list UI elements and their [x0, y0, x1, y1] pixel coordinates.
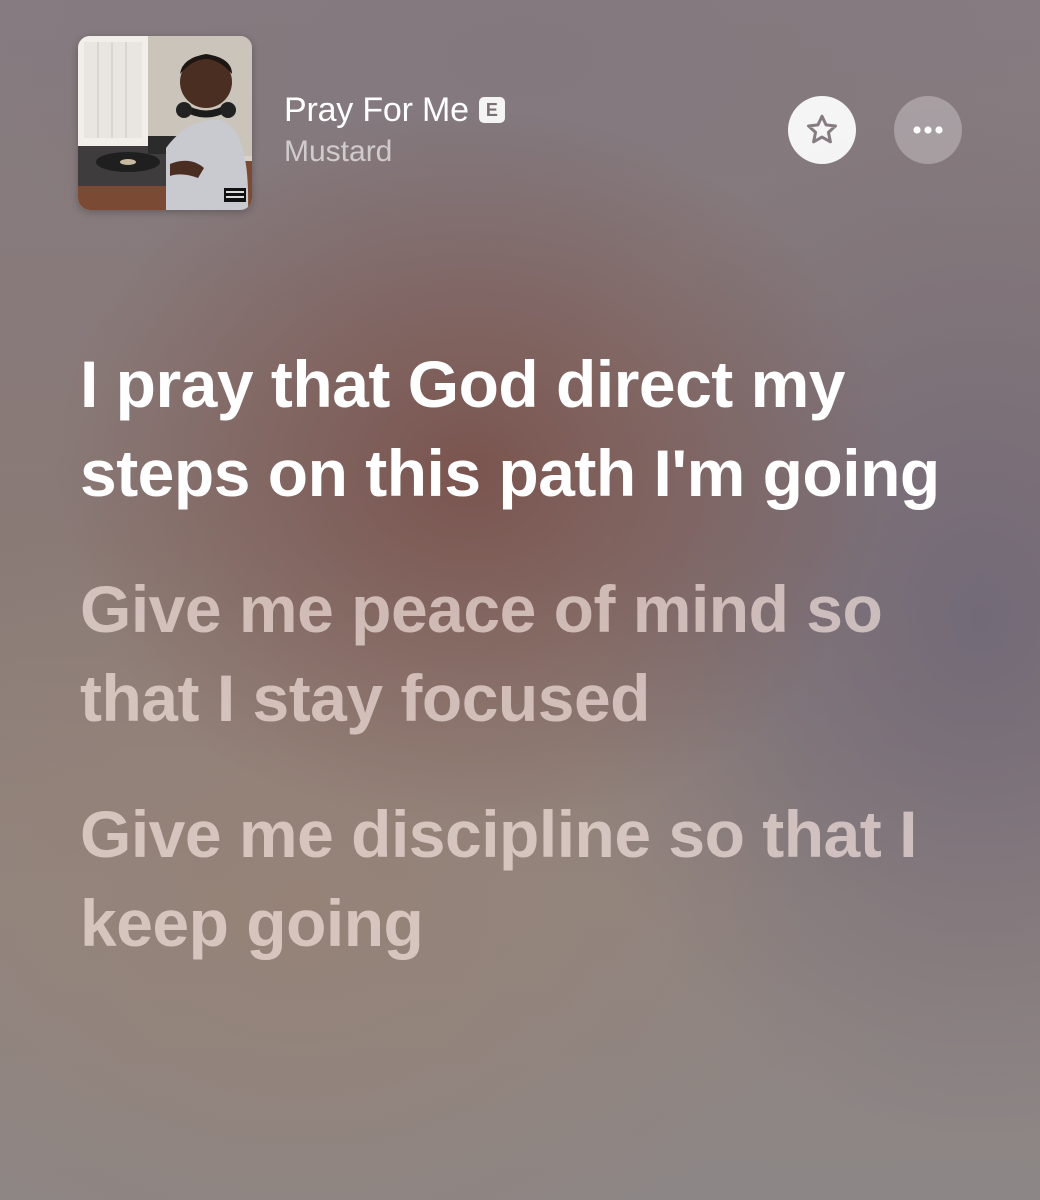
- lyric-line-next[interactable]: Give me peace of mind so that I stay foc…: [80, 565, 980, 743]
- favorite-button[interactable]: [788, 96, 856, 164]
- song-title: Pray For Me: [284, 91, 469, 129]
- album-artwork[interactable]: [78, 36, 252, 210]
- explicit-badge: E: [478, 97, 505, 123]
- album-artwork-image: [78, 36, 252, 210]
- artist-name[interactable]: Mustard: [284, 132, 505, 172]
- lyric-line-following[interactable]: Give me discipline so that I keep going: [80, 790, 980, 968]
- now-playing-header: Pray For Me E Mustard: [0, 0, 1040, 250]
- lyric-line-current[interactable]: I pray that God direct my steps on this …: [80, 340, 980, 518]
- song-info[interactable]: Pray For Me E Mustard: [284, 90, 505, 172]
- more-options-button[interactable]: [894, 96, 962, 164]
- title-row: Pray For Me E: [284, 90, 505, 130]
- ellipsis-icon: [913, 126, 943, 134]
- star-icon: [807, 114, 837, 144]
- lyrics-panel: I pray that God direct my steps on this …: [80, 340, 980, 1015]
